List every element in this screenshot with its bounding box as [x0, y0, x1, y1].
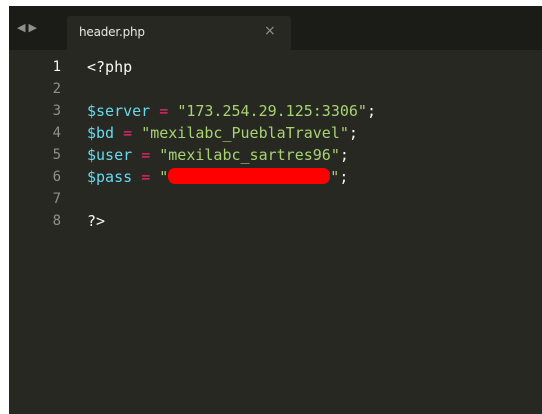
semicolon: ;	[339, 146, 349, 164]
variable-name: $user	[87, 146, 133, 164]
code-line: 8 ?>	[9, 210, 542, 232]
code-line: 3 $server = "173.254.29.125:3306";	[9, 100, 542, 122]
code-line: 5 $user = "mexilabc_sartres96";	[9, 144, 542, 166]
code-statement: $bd = "mexilabc_PueblaTravel";	[87, 122, 358, 144]
chevron-left-icon[interactable]: ◀	[17, 20, 25, 36]
string-literal: "mexilabc_sartres96"	[159, 146, 340, 164]
string-quote-open: "	[159, 168, 169, 186]
semicolon: ;	[339, 168, 349, 186]
variable-name: $server	[87, 102, 151, 120]
line-number: 4	[52, 125, 61, 141]
tab-header-php[interactable]: header.php ×	[67, 16, 291, 50]
line-number: 2	[52, 81, 61, 97]
line-number: 8	[52, 213, 61, 229]
code-line: 4 $bd = "mexilabc_PueblaTravel";	[9, 122, 542, 144]
assignment-operator: =	[123, 124, 133, 142]
tab-bar: ◀ ▶ header.php ×	[9, 6, 542, 50]
chevron-right-icon[interactable]: ▶	[28, 20, 36, 36]
code-statement: $pass = " ";	[87, 166, 348, 188]
string-quote-close: "	[330, 168, 340, 186]
tab-navigation: ◀ ▶	[17, 20, 37, 36]
variable-name: $pass	[87, 168, 133, 186]
code-line: 2	[9, 78, 542, 100]
tab-label: header.php	[79, 25, 145, 39]
code-editor[interactable]: 1 <?php 2 3 $server = "173.254.29.125:33…	[9, 56, 542, 414]
variable-name: $bd	[87, 124, 115, 142]
string-literal: "173.254.29.125:3306"	[177, 102, 367, 120]
code-line: 1 <?php	[9, 56, 542, 78]
semicolon: ;	[348, 124, 358, 142]
assignment-operator: =	[159, 102, 169, 120]
assignment-operator: =	[141, 168, 151, 186]
assignment-operator: =	[141, 146, 151, 164]
code-statement: $server = "173.254.29.125:3306";	[87, 100, 376, 122]
code-line: 7	[9, 188, 542, 210]
line-number: 6	[52, 169, 61, 185]
line-number: 1	[52, 59, 61, 75]
php-close-tag: ?>	[87, 212, 106, 230]
code-statement: $user = "mexilabc_sartres96";	[87, 144, 349, 166]
line-number: 7	[52, 191, 61, 207]
line-number: 5	[52, 147, 61, 163]
php-open-tag: <?php	[87, 58, 133, 76]
string-literal: "mexilabc_PueblaTravel"	[141, 124, 349, 142]
close-icon[interactable]: ×	[264, 23, 276, 39]
redaction-mark	[168, 168, 331, 184]
line-number: 3	[52, 103, 61, 119]
semicolon: ;	[366, 102, 376, 120]
editor-window: ◀ ▶ header.php × 1 <?php 2 3 $server = "…	[9, 6, 542, 414]
code-line: 6 $pass = " ";	[9, 166, 542, 188]
